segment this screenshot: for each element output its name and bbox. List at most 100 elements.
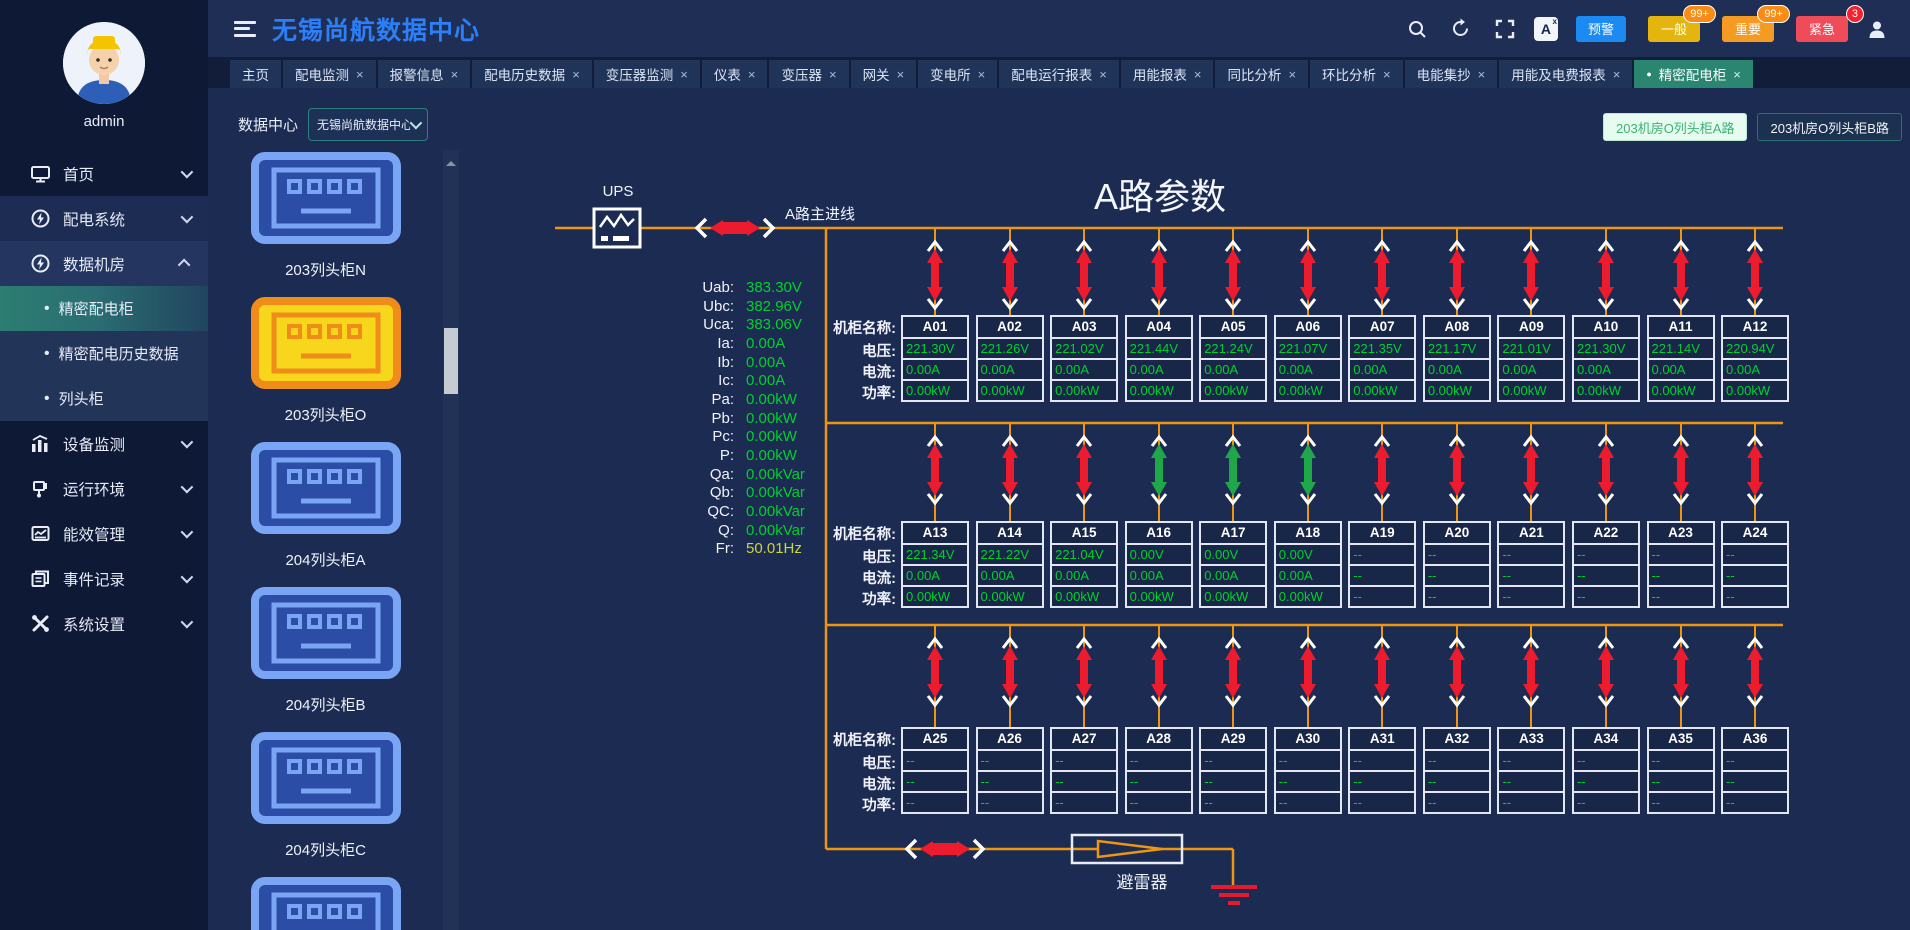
tab-close-icon[interactable]: × (1383, 67, 1391, 82)
event-record-icon (30, 569, 50, 589)
tab-网关[interactable]: 网关× (851, 60, 917, 88)
app-title: 无锡尚航数据中心 (272, 11, 480, 47)
scroll-up-icon[interactable] (446, 156, 456, 166)
tab-close-icon[interactable]: × (978, 67, 986, 82)
sidebar-item-首页[interactable]: 首页 (0, 151, 208, 196)
tab-close-icon[interactable]: × (897, 67, 905, 82)
bullet-icon: • (44, 345, 50, 363)
cabinet-panel: 数据中心 无锡尚航数据中心 203列头柜N 203列头柜O 204列头柜A 204列头… (208, 88, 460, 930)
urgent-alarm-badge: 3 (1846, 5, 1864, 23)
sidebar-item-设备监测[interactable]: 设备监测 (0, 421, 208, 466)
cabinet-icon (223, 732, 428, 829)
sidebar-subitem-精密配电柜[interactable]: •精密配电柜 (0, 286, 208, 331)
important-alarm-button[interactable]: 重要 99+ (1722, 16, 1774, 42)
sidebar-item-事件记录[interactable]: 事件记录 (0, 556, 208, 601)
cabinet-item-203列头柜N[interactable]: 203列头柜N (223, 152, 428, 280)
chevron-down-icon (181, 211, 194, 224)
scrollbar-thumb[interactable] (444, 328, 458, 394)
tab-close-icon[interactable]: × (1194, 67, 1202, 82)
tab-用能报表[interactable]: 用能报表× (1121, 60, 1214, 88)
cabinet-item-partial[interactable] (223, 877, 428, 930)
reading-value: 383.30V (746, 279, 802, 296)
route-b-button[interactable]: 203机房O列头柜B路 (1757, 113, 1901, 141)
sidebar-subitem-精密配电历史数据[interactable]: •精密配电历史数据 (0, 331, 208, 376)
chevron-down-icon (181, 616, 194, 629)
sidebar-item-系统设置[interactable]: 系统设置 (0, 601, 208, 646)
urgent-alarm-button[interactable]: 紧急 3 (1796, 16, 1848, 42)
ups-label: UPS (594, 183, 642, 200)
tab-主页[interactable]: 主页 (230, 60, 281, 88)
active-tab-dot-icon: ● (1646, 69, 1651, 79)
reading-row: Uab:383.30V (650, 278, 805, 297)
important-alarm-badge: 99+ (1757, 5, 1790, 23)
tab-close-icon[interactable]: × (451, 67, 459, 82)
tab-变电所[interactable]: 变电所 × (918, 60, 997, 88)
refresh-icon[interactable] (1446, 14, 1476, 44)
tab-close-icon[interactable]: × (829, 67, 837, 82)
avatar[interactable] (63, 22, 145, 104)
tab-配电运行报表[interactable]: 配电运行报表 × (999, 60, 1119, 88)
tab-label: 变电所 (930, 64, 971, 84)
tab-配电历史数据[interactable]: 配电历史数据× (472, 60, 592, 88)
general-alarm-button[interactable]: 一般 99+ (1648, 16, 1700, 42)
tab-close-icon[interactable]: × (1613, 67, 1621, 82)
sidebar-subitem-列头柜[interactable]: •列头柜 (0, 376, 208, 421)
reading-value: 0.00kW (746, 410, 797, 427)
tab-close-icon[interactable]: × (572, 67, 580, 82)
cabinet-item-203列头柜O[interactable]: 203列头柜O (223, 297, 428, 425)
cabinet-item-204列头柜B[interactable]: 204列头柜B (223, 587, 428, 715)
cabinet-item-204列头柜A[interactable]: 204列头柜A (223, 442, 428, 570)
font-size-icon[interactable]: Ax (1534, 17, 1558, 41)
fullscreen-icon[interactable] (1490, 14, 1520, 44)
user-icon[interactable] (1862, 14, 1892, 44)
tab-close-icon[interactable]: × (1478, 67, 1486, 82)
tab-bar: 主页配电监测×报警信息×配电历史数据×变压器监测×仪表×变压器×网关×变电所×配… (208, 57, 1910, 88)
home-monitor-icon (30, 164, 50, 184)
tab-变压器[interactable]: 变压器× (769, 60, 848, 88)
sidebar-item-能效管理[interactable]: 能效管理 (0, 511, 208, 556)
tab-close-icon[interactable]: × (356, 67, 364, 82)
tab-配电监测[interactable]: 配电监测× (283, 60, 376, 88)
tab-close-icon[interactable]: × (1288, 67, 1296, 82)
cabinet-item-204列头柜C[interactable]: 204列头柜C (223, 732, 428, 860)
reading-label: Pa: (650, 391, 734, 408)
reading-row: Ia:0.00A (650, 334, 805, 353)
sidebar-subitem-label: 精密配电柜 (59, 298, 134, 319)
datacenter-select[interactable]: 无锡尚航数据中心 (308, 108, 428, 141)
tab-close-icon[interactable]: × (1733, 67, 1741, 82)
cabinet-item-label: 204列头柜C (223, 839, 428, 860)
tab-同比分析[interactable]: 同比分析× (1215, 60, 1308, 88)
datacenter-label: 数据中心 (238, 114, 298, 135)
sidebar-item-label: 首页 (63, 163, 181, 185)
tab-电能集抄[interactable]: 电能集抄× (1405, 60, 1498, 88)
sidebar-item-运行环境[interactable]: 运行环境 (0, 466, 208, 511)
cabinet-list-scrollbar[interactable] (443, 150, 459, 930)
arrester-label: 避雷器 (1082, 868, 1202, 893)
reading-row: Pa:0.00kW (650, 390, 805, 409)
cabinet-item-label: 203列头柜N (223, 259, 428, 280)
sidebar-item-配电系统[interactable]: 配电系统 (0, 196, 208, 241)
reading-value: 0.00kW (746, 428, 797, 445)
route-a-button[interactable]: 203机房O列头柜A路 (1603, 113, 1747, 141)
tab-close-icon[interactable]: × (748, 67, 756, 82)
tab-仪表[interactable]: 仪表× (702, 60, 768, 88)
search-icon[interactable] (1402, 14, 1432, 44)
forewarning-button[interactable]: 预警 (1576, 16, 1626, 42)
sidebar-item-数据机房[interactable]: 数据机房 (0, 241, 208, 286)
tab-label: 主页 (242, 64, 269, 84)
tab-环比分析[interactable]: 环比分析× (1310, 60, 1403, 88)
page-title: A路参数 (1040, 168, 1280, 220)
reading-value: 0.00kVar (746, 503, 805, 520)
tab-close-icon[interactable]: × (1099, 67, 1107, 82)
reading-label: Qb: (650, 484, 734, 501)
reading-label: Qa: (650, 466, 734, 483)
tab-close-icon[interactable]: × (680, 67, 688, 82)
cabinet-icon (223, 152, 428, 249)
tab-变压器监测[interactable]: 变压器监测× (594, 60, 700, 88)
reading-label: Ia: (650, 335, 734, 352)
sidebar-toggle-icon[interactable] (234, 21, 256, 37)
tab-报警信息[interactable]: 报警信息× (378, 60, 471, 88)
tab-精密配电柜[interactable]: ●精密配电柜× (1634, 60, 1753, 88)
tab-用能及电费报表[interactable]: 用能及电费报表× (1499, 60, 1632, 88)
tab-label: 配电运行报表 (1011, 64, 1092, 84)
